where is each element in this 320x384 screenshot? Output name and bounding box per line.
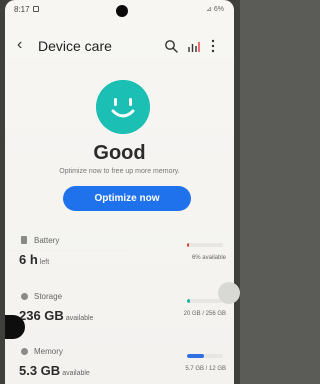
memory-value-number: 5.3 GB [19,363,61,378]
battery-icon [21,236,27,244]
search-icon[interactable] [164,39,178,53]
storage-progress-bar [187,299,223,303]
memory-value: 5.3 GB available [19,363,90,378]
storage-icon [21,293,28,300]
app-bar: ‹ Device care [5,32,234,60]
memory-meta: 5.7 GB / 12 GB [185,366,226,372]
optimize-now-button[interactable]: Optimize now [63,186,191,211]
more-icon[interactable] [210,39,216,53]
edge-panel-handle[interactable] [218,282,240,304]
back-icon[interactable]: ‹ [17,36,33,54]
storage-value-number: 236 GB [19,308,64,323]
battery-value-unit: left [39,259,50,266]
chart-icon[interactable] [187,40,201,53]
storage-value-unit: available [65,315,94,322]
battery-progress-bar [187,243,223,247]
memory-value-unit: available [62,370,90,377]
front-camera [116,5,128,17]
battery-section[interactable]: Battery 6 h left 6% available [5,232,234,288]
status-signal-battery: ⊿ 6% [206,6,224,13]
status-word: Good [93,142,146,164]
storage-progress-fill [187,299,190,303]
battery-value-number: 6 h [19,252,38,267]
storage-section[interactable]: Storage 236 GB available 20 GB / 256 GB [5,288,234,344]
memory-section[interactable]: Memory 5.3 GB available 5.7 GB / 12 GB [5,343,234,384]
status-time: 8:17 [14,5,30,14]
memory-label: Memory [34,347,63,356]
storage-meta: 20 GB / 256 GB [183,311,226,317]
memory-icon [21,348,28,355]
status-bar: 8:17 ⊿ 6% [5,0,234,22]
battery-label: Battery [34,236,60,245]
device-care-screen: 8:17 ⊿ 6% ‹ Device care Good Optimize no [5,0,234,384]
battery-progress-fill [187,243,190,247]
storage-value: 236 GB available [19,308,93,323]
status-hint: Optimize now to free up more memory. [59,168,180,175]
memory-progress-fill [187,354,205,358]
battery-value: 6 h left [19,252,49,267]
battery-meta: 6% available [191,255,226,261]
status-notification-icon [33,6,39,12]
smiley-face-icon [96,80,150,134]
memory-progress-bar [187,354,223,358]
storage-label: Storage [34,292,63,301]
page-title: Device care [38,38,112,54]
